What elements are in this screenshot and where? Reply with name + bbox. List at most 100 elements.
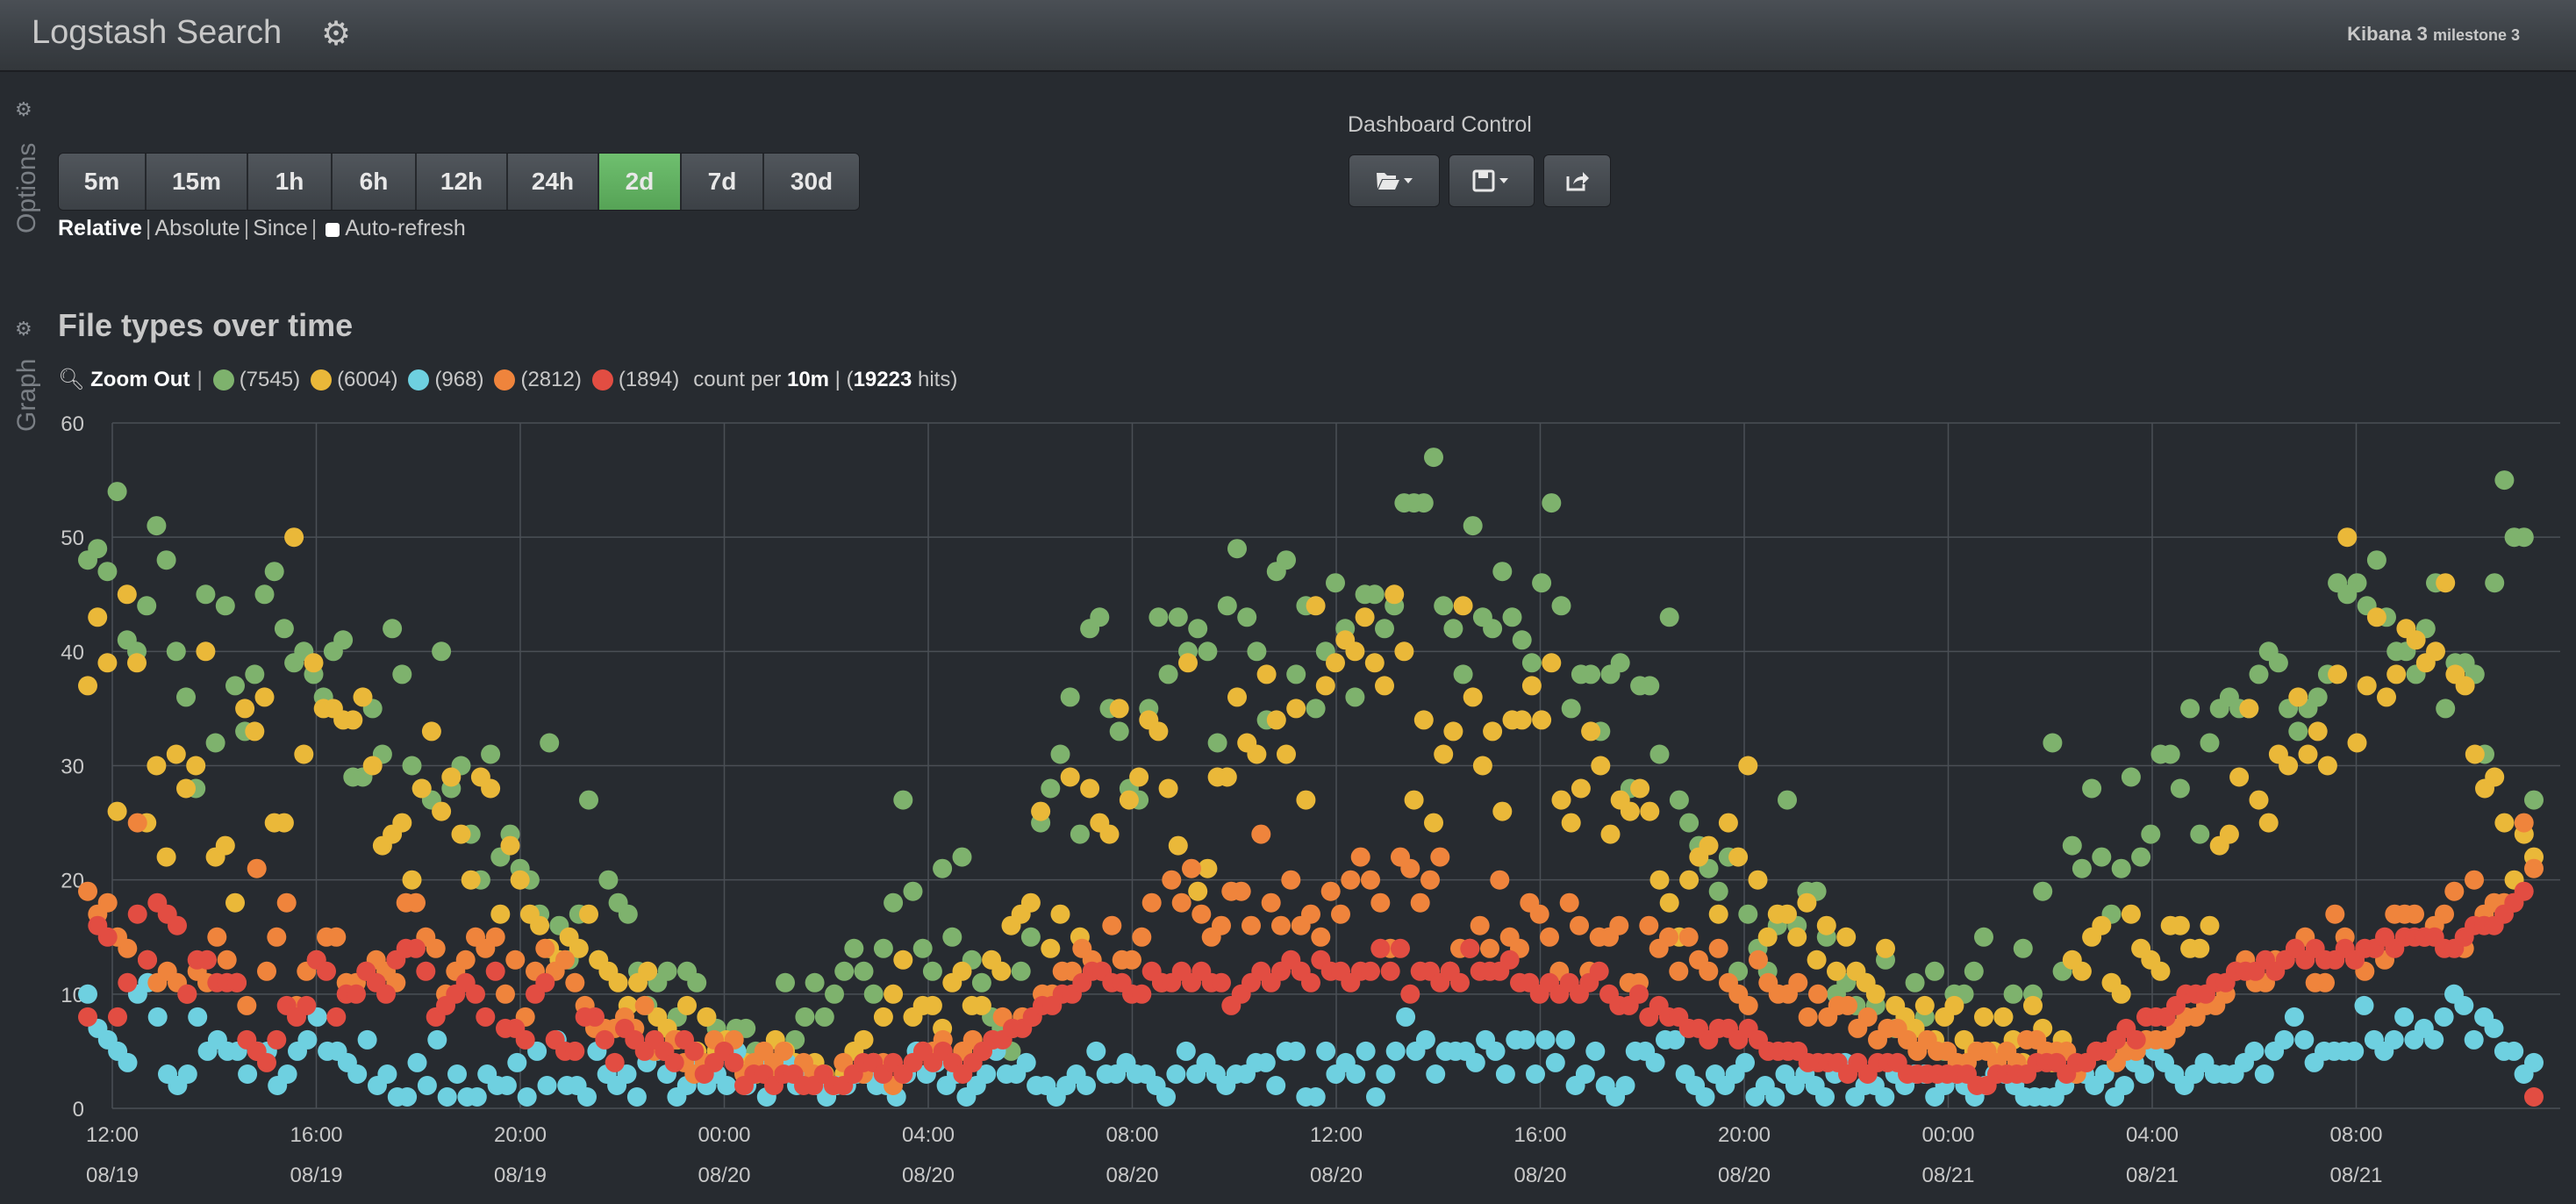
timespan-button-1h[interactable]: 1h — [248, 154, 333, 210]
data-point — [156, 550, 176, 570]
data-point — [1148, 721, 1169, 742]
row-gear-icon[interactable]: ⚙ — [15, 98, 32, 121]
data-point — [1400, 984, 1420, 1004]
data-point — [1659, 892, 1679, 913]
data-point — [1375, 619, 1394, 639]
data-point — [2464, 1029, 2484, 1050]
data-point — [1905, 972, 1925, 993]
data-point — [1410, 892, 1430, 913]
save-dashboard-button[interactable] — [1449, 154, 1535, 207]
data-point — [1815, 1087, 1835, 1107]
data-point — [844, 938, 864, 958]
data-point — [814, 1007, 834, 1027]
data-point — [432, 641, 452, 662]
timespan-button-5m[interactable]: 5m — [59, 154, 147, 210]
x-tick-date: 08/20 — [1106, 1164, 1158, 1187]
data-point — [717, 1076, 737, 1095]
data-point — [1708, 938, 1728, 958]
data-point — [1277, 550, 1296, 570]
data-point — [971, 972, 991, 993]
data-point — [1350, 847, 1370, 867]
data-point — [1364, 653, 1385, 673]
data-point — [176, 687, 196, 707]
data-point — [2200, 915, 2220, 935]
data-point — [294, 744, 314, 764]
data-point — [1171, 892, 1191, 913]
timespan-button-12h[interactable]: 12h — [417, 154, 508, 210]
data-point — [1070, 824, 1090, 844]
data-point — [1286, 699, 1306, 719]
legend-item[interactable]: (7545) — [203, 368, 300, 392]
row-gear-icon[interactable]: ⚙ — [15, 318, 32, 340]
data-point — [197, 950, 217, 970]
y-tick-label: 40 — [61, 641, 84, 664]
legend-count: (2812) — [520, 367, 582, 391]
data-point — [1453, 596, 1473, 616]
timespan-button-15m[interactable]: 15m — [147, 154, 248, 210]
timespan-button-30d[interactable]: 30d — [764, 154, 859, 210]
data-point — [466, 984, 485, 1004]
data-point — [2308, 687, 2328, 707]
data-point — [1247, 641, 1267, 662]
panel-title: File types over time — [58, 307, 354, 343]
data-point — [156, 847, 176, 867]
data-point — [555, 950, 575, 970]
data-point — [1326, 573, 1345, 593]
timespan-button-24h[interactable]: 24h — [508, 154, 599, 210]
legend-item[interactable]: (6004) — [300, 368, 397, 392]
data-point — [1699, 961, 1719, 981]
row-label-options[interactable]: Options — [12, 143, 42, 233]
data-point — [1031, 801, 1051, 821]
data-point — [304, 653, 324, 673]
data-point — [1788, 972, 1808, 993]
timespan-button-7d[interactable]: 7d — [682, 154, 764, 210]
data-point — [1570, 915, 1589, 935]
mode-relative[interactable]: Relative — [58, 216, 142, 240]
data-point — [1315, 676, 1335, 696]
mode-absolute[interactable]: Absolute — [154, 216, 240, 240]
data-point — [1080, 778, 1100, 799]
data-point — [2406, 630, 2426, 650]
data-point — [78, 676, 97, 696]
data-point — [176, 778, 196, 799]
data-point — [1649, 744, 1670, 764]
data-point — [1678, 927, 1699, 947]
data-point — [1827, 961, 1846, 981]
data-point — [237, 995, 257, 1015]
chart-legend: 🔍︎ Zoom Out | (7545) (6004) (968) (2812) (18… — [58, 367, 958, 392]
data-point — [1521, 676, 1542, 696]
open-dashboard-button[interactable] — [1349, 154, 1440, 207]
data-point — [1122, 950, 1141, 970]
timespan-button-6h[interactable]: 6h — [333, 154, 417, 210]
data-point — [2494, 470, 2515, 491]
data-point — [515, 1029, 535, 1050]
share-dashboard-button[interactable] — [1543, 154, 1611, 207]
settings-gear-icon[interactable]: ⚙ — [321, 14, 351, 54]
app-title[interactable]: Logstash Search — [32, 14, 282, 52]
data-point — [1227, 687, 1247, 707]
legend-item[interactable]: (1894) — [582, 368, 679, 392]
data-point — [2288, 687, 2308, 707]
legend-item[interactable]: (968) — [397, 368, 483, 392]
data-point — [1285, 1041, 1306, 1061]
data-point — [1529, 904, 1549, 924]
data-point — [97, 653, 118, 673]
x-tick-time: 00:00 — [698, 1123, 750, 1147]
data-point — [2377, 687, 2396, 707]
scatter-chart[interactable]: 010203040506012:0008/1916:0008/1920:0008… — [0, 404, 2576, 1204]
data-point — [1483, 721, 1503, 742]
mode-since[interactable]: Since — [253, 216, 308, 240]
auto-refresh-checkbox[interactable] — [326, 223, 340, 237]
legend-item[interactable]: (2812) — [483, 367, 582, 392]
data-point — [1925, 961, 1944, 981]
data-point — [2023, 995, 2043, 1015]
timespan-button-2d[interactable]: 2d — [599, 154, 682, 210]
data-point — [107, 482, 127, 502]
data-point — [205, 733, 225, 753]
data-point — [1645, 1052, 1665, 1072]
data-point — [1816, 915, 1836, 935]
data-point — [247, 858, 267, 878]
data-point — [1188, 881, 1208, 901]
zoom-out-link[interactable]: 🔍︎ Zoom Out — [58, 367, 190, 392]
data-point — [215, 835, 235, 856]
